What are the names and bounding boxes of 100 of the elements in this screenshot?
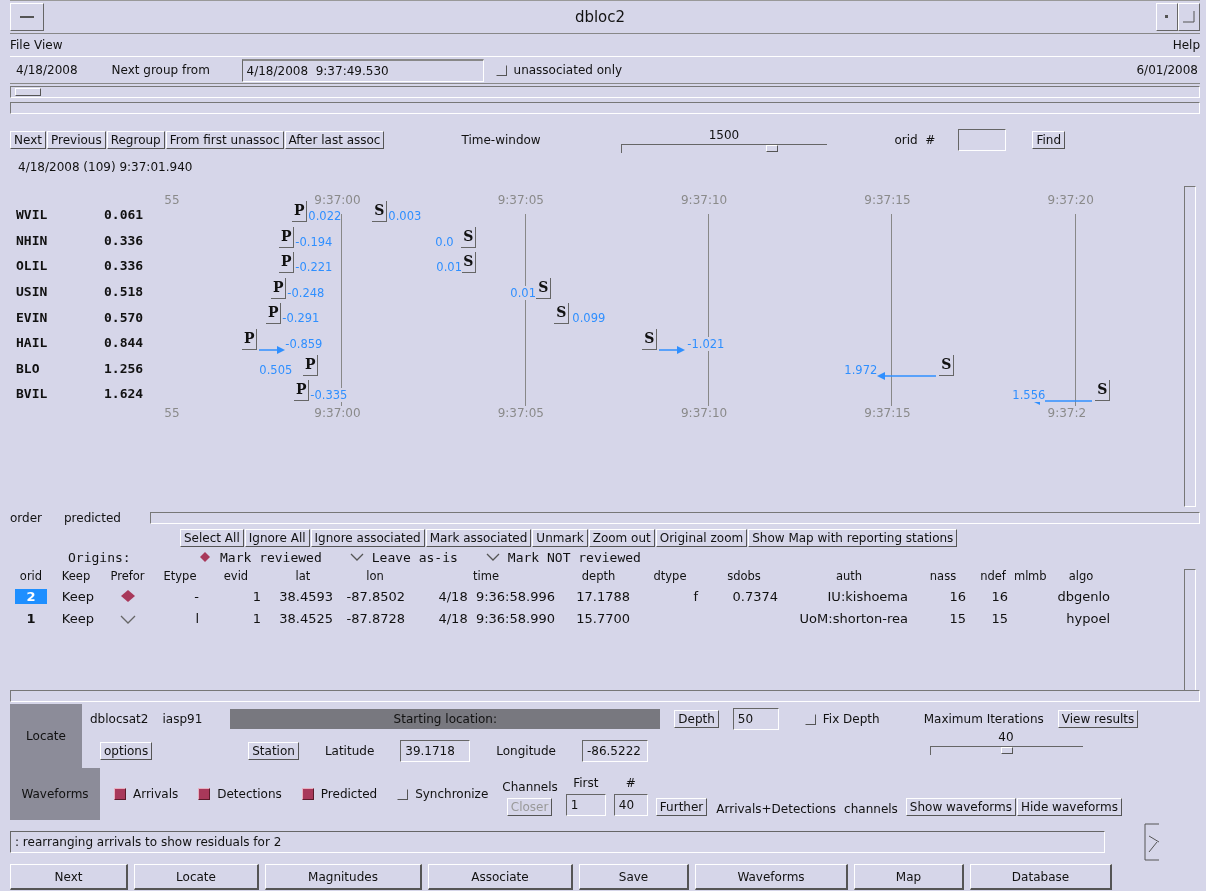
menu-item[interactable]: View	[34, 38, 63, 52]
menu-item[interactable]: Help	[1172, 38, 1200, 52]
longitude-field[interactable]: -86.5222	[581, 740, 648, 762]
horizontal-scrollbar[interactable]	[10, 690, 1200, 702]
radio-button[interactable]	[485, 551, 500, 563]
order-value[interactable]: predicted	[64, 511, 150, 525]
action-button[interactable]: Ignore associated	[310, 529, 425, 547]
vertical-scrollbar[interactable]	[1184, 569, 1196, 691]
station-name: HAIL	[15, 335, 49, 351]
action-button[interactable]: Unmark	[532, 529, 588, 547]
phase-pick[interactable]: S	[554, 303, 570, 325]
command-button[interactable]: Associate	[428, 864, 573, 890]
phase-pick[interactable]: P	[266, 303, 282, 325]
action-button[interactable]: Ignore All	[244, 529, 310, 547]
action-button[interactable]: Zoom out	[588, 529, 655, 547]
phase-pick[interactable]: S	[372, 201, 388, 222]
slider-thumb[interactable]	[765, 144, 778, 152]
orid-label: orid #	[894, 133, 937, 147]
depth-button[interactable]: Depth	[674, 710, 719, 728]
table-cell: 1	[252, 588, 261, 604]
command-button[interactable]: Save	[579, 864, 689, 890]
find-button[interactable]: Find	[1032, 131, 1066, 149]
command-button[interactable]: Magnitudes	[265, 864, 422, 890]
nav-button[interactable]: After last assoc	[284, 131, 385, 149]
latitude-field[interactable]: 39.1718	[400, 740, 471, 762]
phase-pick[interactable]: P	[279, 252, 295, 274]
menu-item[interactable]: File	[10, 38, 31, 52]
nav-button[interactable]: Next	[10, 131, 46, 149]
column-header: Keep	[60, 569, 92, 583]
nav-button[interactable]: From first unassoc	[165, 131, 284, 149]
next-group-field[interactable]: 4/18/2008 9:37:49.530	[241, 58, 484, 82]
horizontal-scrollbar[interactable]	[150, 512, 1200, 524]
phase-pick[interactable]: P	[292, 201, 308, 222]
checkbox[interactable]	[301, 788, 314, 800]
phase-pick[interactable]: S	[461, 226, 477, 248]
channel-count-field[interactable]: 40	[613, 794, 648, 816]
checkbox[interactable]	[804, 713, 816, 725]
station-button[interactable]: Station	[248, 742, 299, 760]
show-waveforms-button[interactable]: Show waveforms	[905, 798, 1016, 816]
action-button[interactable]: Original zoom	[655, 529, 748, 547]
depth-field[interactable]: 50	[732, 708, 779, 730]
checkbox[interactable]	[397, 788, 409, 800]
station-distance: 1.256	[104, 360, 144, 376]
column-header: orid	[18, 569, 44, 583]
phase-pick[interactable]: P	[271, 277, 287, 299]
hide-waveforms-button[interactable]: Hide waveforms	[1016, 798, 1122, 816]
station-name: NHIN	[15, 232, 49, 248]
time-label: 9:37:10	[680, 193, 728, 207]
options-button[interactable]: options	[100, 742, 153, 760]
radio-button[interactable]	[198, 551, 212, 563]
end-date: 6/01/2008	[1136, 63, 1199, 77]
phase-pick[interactable]: P	[294, 380, 310, 402]
command-button[interactable]: Database	[970, 864, 1112, 890]
table-cell: 16	[991, 588, 1008, 604]
action-button[interactable]: Select All	[180, 529, 244, 547]
preferred-radio[interactable]	[119, 589, 136, 603]
max-iterations-slider[interactable]	[929, 746, 1083, 755]
action-button[interactable]: Show Map with reporting stations	[748, 529, 958, 547]
waveforms-tab[interactable]: Waveforms	[10, 768, 100, 820]
scrollbar-thumb[interactable]	[15, 88, 41, 96]
horizontal-scrollbar[interactable]	[10, 86, 1200, 98]
radio-button[interactable]	[349, 551, 364, 563]
nav-button[interactable]: Regroup	[106, 131, 165, 149]
locate-tab[interactable]: Locate	[10, 704, 82, 768]
table-cell: Keep	[61, 588, 94, 604]
command-button[interactable]: Waveforms	[695, 864, 848, 890]
checkbox[interactable]	[495, 64, 507, 76]
orid-field[interactable]	[958, 129, 1007, 151]
command-button[interactable]: Next	[10, 864, 128, 890]
phase-pick[interactable]: P	[242, 329, 258, 350]
slider-thumb[interactable]	[1000, 747, 1013, 754]
time-label: 9:37:20	[1047, 193, 1094, 207]
command-button[interactable]: Map	[854, 864, 964, 890]
minimize-button[interactable]	[1156, 3, 1178, 31]
view-results-button[interactable]: View results	[1057, 710, 1139, 728]
first-channel-field[interactable]: 1	[565, 794, 606, 816]
window-menu-button[interactable]	[10, 3, 44, 31]
further-button[interactable]: Further	[655, 798, 708, 816]
checkbox[interactable]	[114, 788, 126, 800]
order-label: order	[10, 511, 42, 525]
command-button[interactable]: Locate	[134, 864, 259, 890]
phase-pick[interactable]: S	[1095, 380, 1111, 402]
time-label: 9:37:00	[314, 193, 361, 207]
action-button[interactable]: Mark associated	[425, 529, 532, 547]
column-header: dtype	[652, 569, 688, 583]
table-cell: 38.4593	[279, 588, 333, 604]
horizontal-scrollbar[interactable]	[10, 102, 1200, 114]
nav-button[interactable]: Previous	[46, 131, 106, 149]
station-distance: 0.844	[104, 335, 144, 351]
vertical-scrollbar[interactable]	[1184, 186, 1196, 507]
phase-pick[interactable]: P	[303, 354, 319, 376]
checkbox[interactable]	[198, 788, 211, 800]
phase-pick[interactable]: S	[642, 329, 658, 350]
maximize-button[interactable]	[1178, 3, 1200, 31]
orid-cell[interactable]: 1	[15, 610, 47, 626]
phase-pick[interactable]: S	[939, 354, 955, 376]
time-label: 9:37:15	[864, 193, 911, 207]
residual-value: 0.01	[510, 285, 536, 300]
time-window-slider[interactable]	[620, 143, 827, 153]
phase-pick[interactable]: P	[279, 226, 295, 248]
